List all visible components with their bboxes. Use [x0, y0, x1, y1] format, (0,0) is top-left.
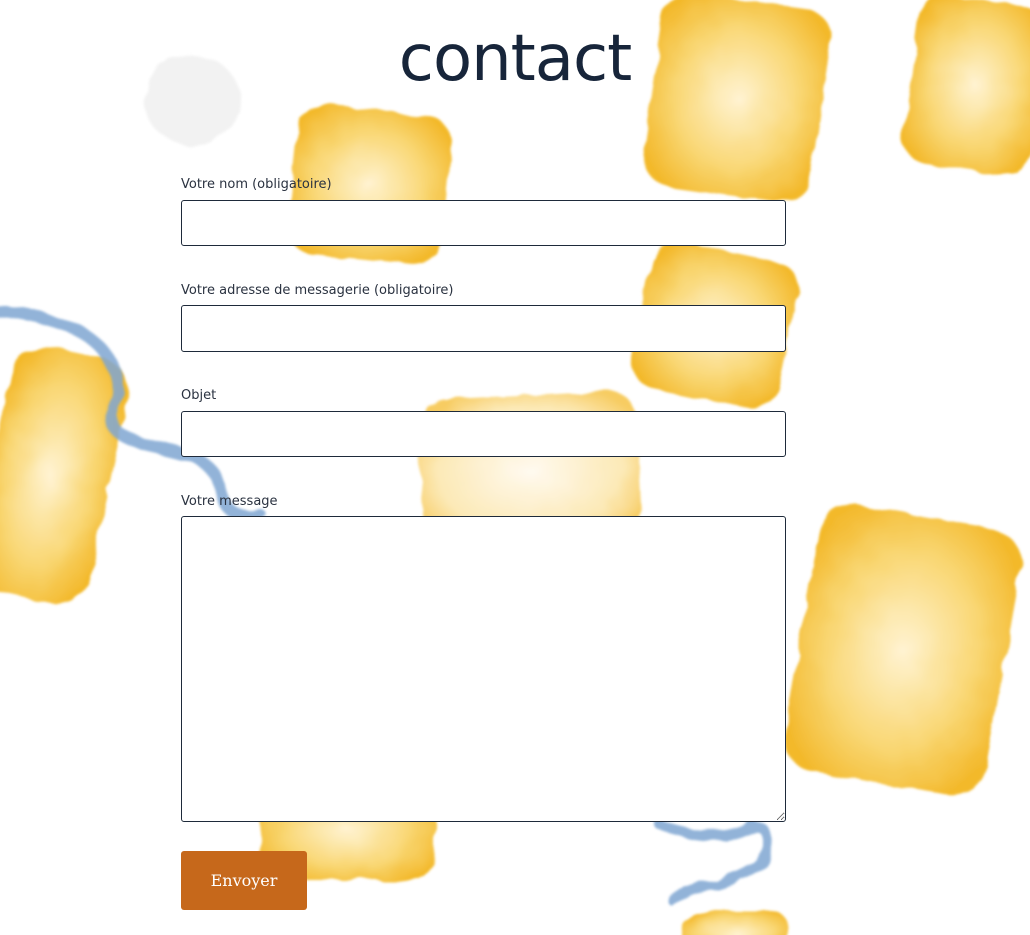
page-title: contact	[398, 22, 633, 96]
email-input[interactable]	[181, 305, 786, 352]
yellow-blob-7	[783, 504, 1022, 796]
blue-stroke-2	[655, 820, 772, 905]
submit-button[interactable]: Envoyer	[181, 851, 307, 910]
yellow-blob-9	[680, 912, 790, 935]
message-label: Votre message	[181, 494, 278, 509]
subject-label: Objet	[181, 388, 217, 403]
subject-input[interactable]	[181, 411, 786, 457]
name-input[interactable]	[181, 200, 786, 246]
email-label: Votre adresse de messagerie (obligatoire…	[181, 283, 454, 298]
message-textarea[interactable]	[181, 516, 786, 822]
name-label: Votre nom (obligatoire)	[181, 177, 332, 192]
